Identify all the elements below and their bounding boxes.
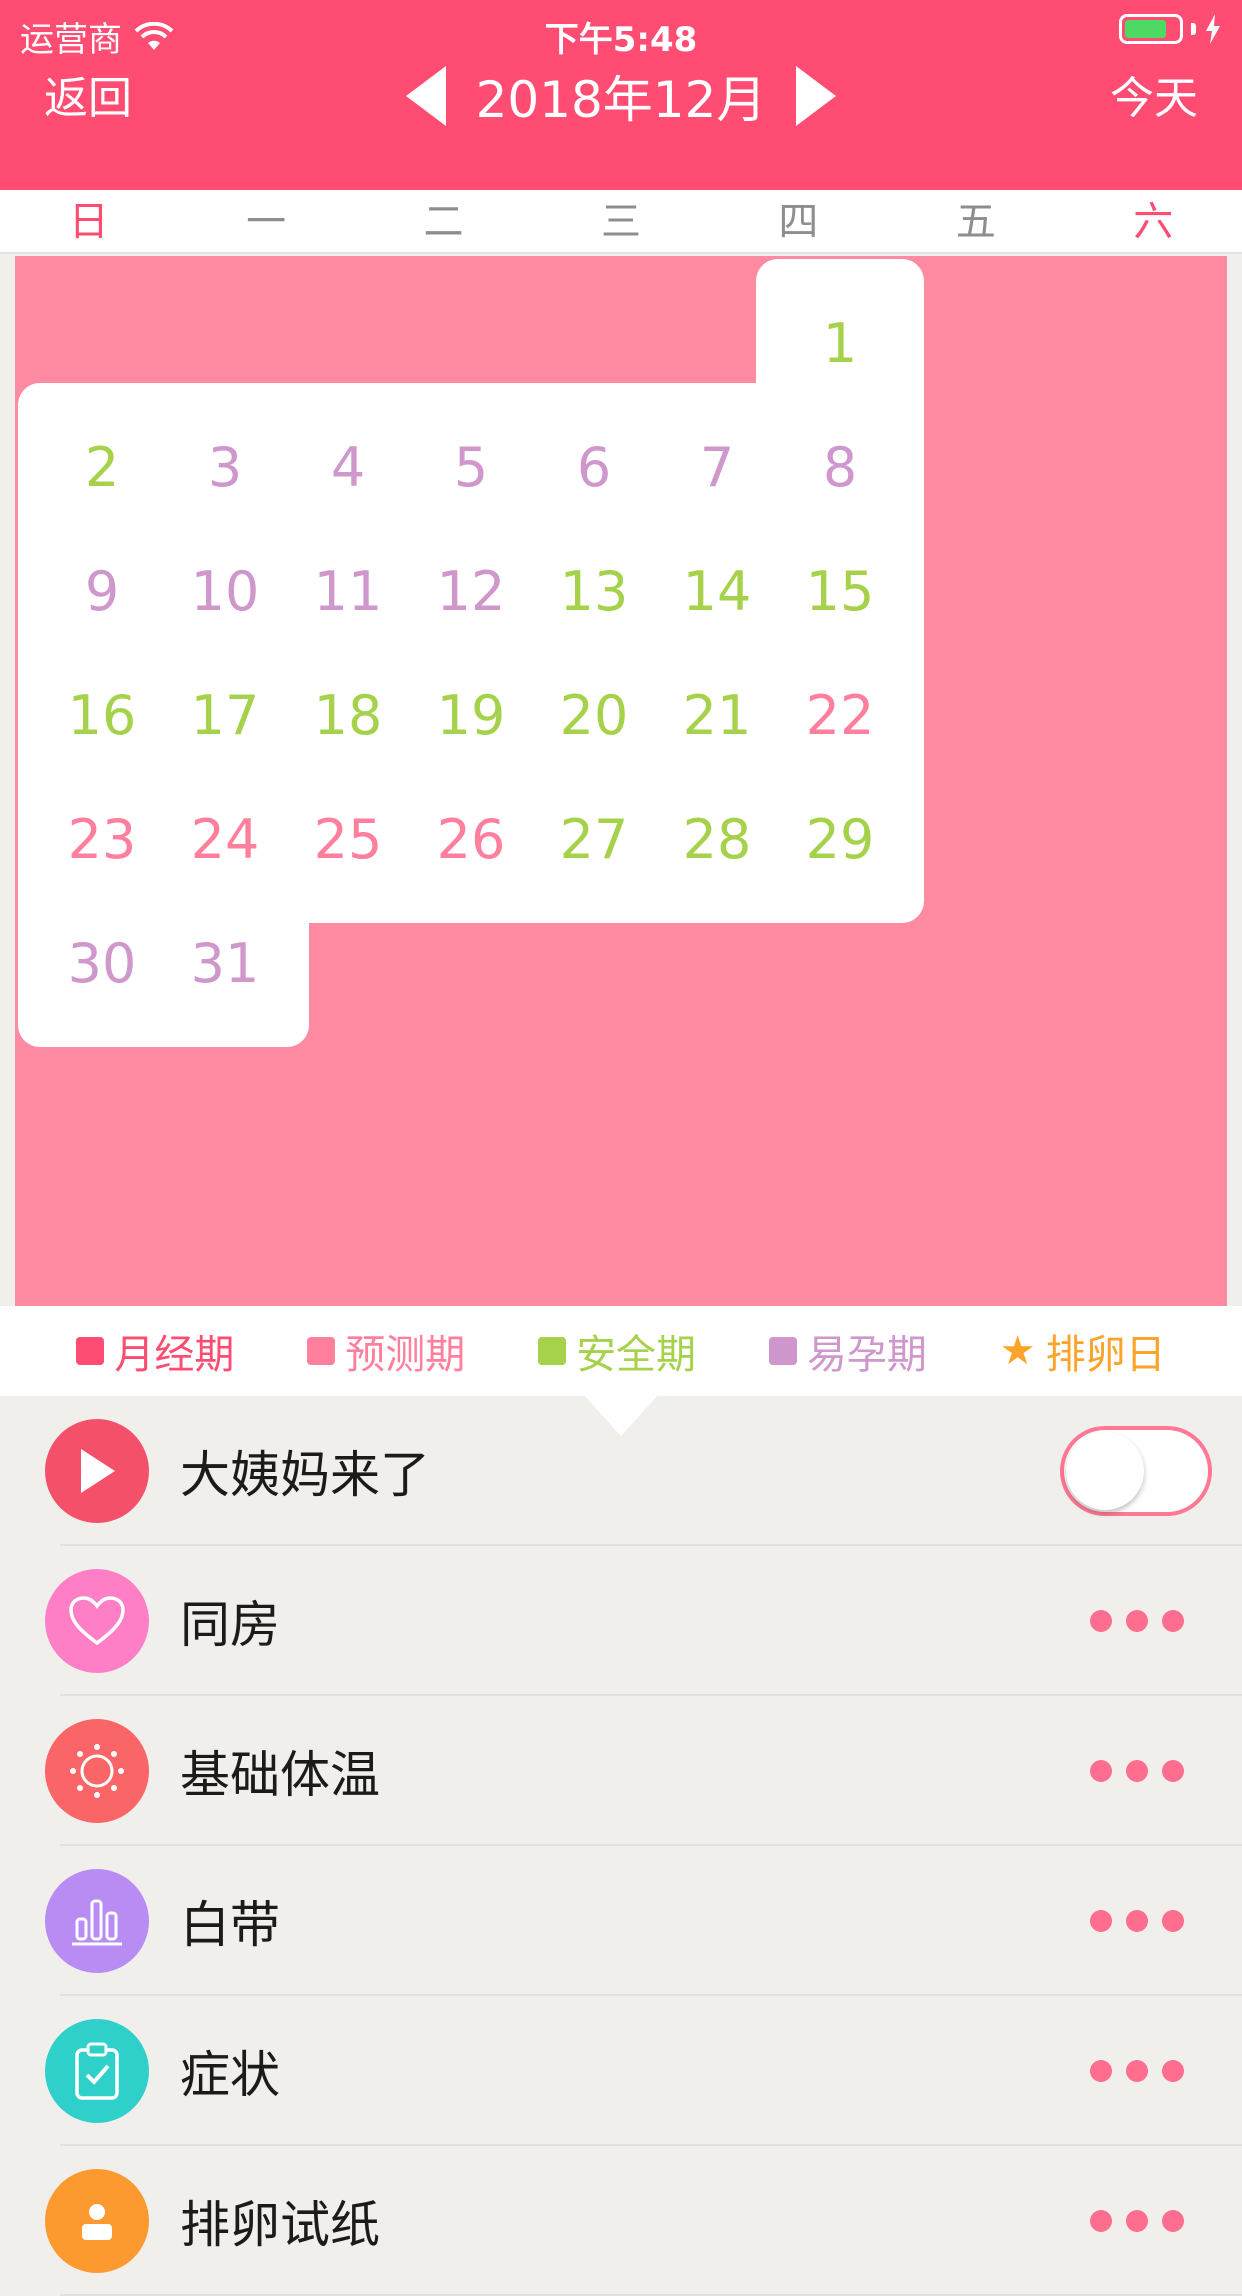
legend-swatch (76, 1337, 105, 1365)
legend-swatch (307, 1337, 336, 1365)
list-item[interactable]: 症状 (0, 1996, 1242, 2146)
calendar-day-number: 28 (682, 807, 752, 871)
list-item[interactable]: 同房 (0, 1546, 1242, 1696)
calendar-day-number: 9 (84, 559, 120, 623)
calendar-day-number: 13 (559, 559, 629, 623)
legend-label: 预测期 (345, 1332, 466, 1378)
calendar-day-number: 7 (699, 435, 735, 499)
heart-icon (45, 1569, 149, 1673)
month-title: 2018年12月 (475, 71, 767, 129)
weekday-sun: 日 (68, 199, 109, 245)
calendar-day-number: 26 (436, 807, 506, 871)
list-item-label: 症状 (180, 2046, 280, 2104)
list-item-label: 大姨妈来了 (180, 1446, 430, 1504)
calendar-day-number: 5 (453, 435, 489, 499)
clipboard-icon (45, 2019, 149, 2123)
calendar-day-number: 19 (436, 683, 506, 747)
calendar-day-number: 11 (313, 559, 383, 623)
calendar-day-number: 31 (190, 931, 260, 995)
legend-item: 月经期 (76, 1322, 234, 1380)
calendar-day-number: 8 (822, 435, 858, 499)
calendar-day-number: 23 (67, 807, 137, 871)
month-navigator: 2018年12月 (0, 60, 1242, 132)
calendar-day-number: 25 (313, 807, 383, 871)
calendar-day-number: 3 (207, 435, 243, 499)
calendar-day-number: 10 (190, 559, 260, 623)
legend-label: 月经期 (114, 1332, 235, 1378)
next-month-icon[interactable] (796, 66, 837, 126)
weekday-mon: 一 (246, 199, 287, 245)
calendar-day-number: 22 (805, 683, 875, 747)
list-item[interactable]: 白带 (0, 1846, 1242, 1996)
more-icon[interactable] (1090, 1610, 1184, 1632)
prev-month-icon[interactable] (405, 66, 446, 126)
calendar-day-number: 29 (805, 807, 875, 871)
calendar-day-number: 17 (190, 683, 260, 747)
legend-label: 易孕期 (806, 1332, 927, 1378)
calendar-day[interactable]: 29 (756, 755, 924, 923)
calendar-day-number: 1 (822, 311, 858, 375)
legend-item: 易孕期 (768, 1322, 927, 1380)
calendar-grid: 12345678★91011121314151617181920212223今天… (15, 256, 1227, 1306)
calendar-day-number: 6 (576, 435, 612, 499)
legend-swatch (768, 1337, 797, 1365)
today-button[interactable]: 今天 (1110, 62, 1198, 126)
star-icon: ★ (999, 1328, 1036, 1374)
calendar-day-number: 21 (682, 683, 752, 747)
more-icon[interactable] (1090, 2210, 1184, 2232)
weekday-tue: 二 (423, 199, 464, 245)
calendar-day-number: 20 (559, 683, 629, 747)
weekday-fri: 五 (955, 199, 996, 245)
calendar-day-number: 4 (330, 435, 366, 499)
legend-label: 排卵日 (1045, 1332, 1166, 1378)
calendar-day-number: 12 (436, 559, 506, 623)
weekday-bar: 日 一 二 三 四 五 六 (0, 190, 1242, 254)
list-item-label: 同房 (180, 1596, 280, 1654)
record-list: 大姨妈来了同房基础体温白带症状排卵试纸 (0, 1396, 1242, 2296)
calendar-day-number: 16 (67, 683, 137, 747)
calendar-day-number: 2 (84, 435, 120, 499)
list-item[interactable]: 基础体温 (0, 1696, 1242, 1846)
weekday-wed: 三 (600, 199, 641, 245)
list-item-label: 基础体温 (180, 1746, 380, 1804)
header-bar: 运营商 下午5:48 返回 2018年12月 今天 (0, 0, 1242, 190)
toggle-knob (1066, 1432, 1144, 1510)
list-item-label: 排卵试纸 (180, 2196, 380, 2254)
play-icon (45, 1419, 149, 1523)
calendar-day-number: 14 (682, 559, 752, 623)
legend-label: 安全期 (576, 1332, 697, 1378)
more-icon[interactable] (1090, 1760, 1184, 1782)
calendar-day-number: 24 (190, 807, 260, 871)
calendar-day-number: 27 (559, 807, 629, 871)
sun-icon (45, 1719, 149, 1823)
list-item[interactable]: 排卵试纸 (0, 2146, 1242, 2296)
weekday-sat: 六 (1133, 199, 1174, 245)
legend-item: ★ 排卵日 (1000, 1322, 1166, 1380)
legend-bar: 月经期 预测期 安全期 易孕期 ★ 排卵日 (0, 1306, 1242, 1396)
calendar-day-number: 18 (313, 683, 383, 747)
calendar-day[interactable]: 31 (141, 879, 309, 1047)
charging-icon (1206, 14, 1220, 44)
period-toggle[interactable] (1060, 1426, 1212, 1516)
legend-item: 安全期 (538, 1322, 696, 1380)
test-paper-icon (45, 2169, 149, 2273)
status-bar: 运营商 下午5:48 (0, 8, 1242, 60)
more-icon[interactable] (1090, 1910, 1184, 1932)
list-item-label: 白带 (180, 1896, 280, 1954)
more-icon[interactable] (1090, 2060, 1184, 2082)
battery-icon (1119, 14, 1222, 44)
bar-chart-icon (45, 1869, 149, 1973)
calendar-day-number: 15 (805, 559, 875, 623)
calendar-day-number: 30 (67, 931, 137, 995)
legend-item: 预测期 (307, 1322, 465, 1380)
status-time: 下午5:48 (544, 20, 698, 60)
legend-swatch (538, 1337, 567, 1365)
weekday-thu: 四 (778, 199, 819, 245)
list-item[interactable]: 大姨妈来了 (0, 1396, 1242, 1546)
